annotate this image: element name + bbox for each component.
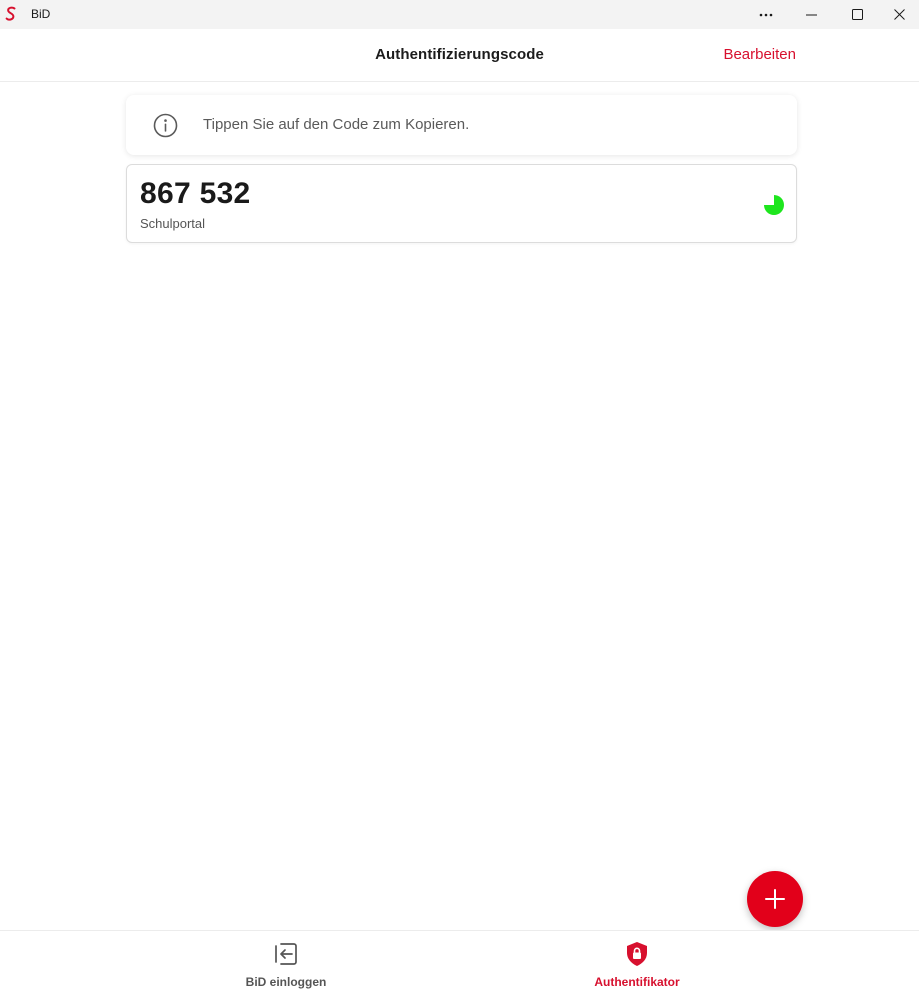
login-arrow-icon — [275, 943, 297, 965]
more-options-button[interactable] — [743, 0, 789, 29]
info-text: Tippen Sie auf den Code zum Kopieren. — [203, 116, 470, 133]
nav-label: Authentifikator — [594, 975, 680, 989]
nav-item-authentifikator[interactable]: Authentifikator — [537, 931, 737, 995]
code-card-schulportal[interactable]: 867 532 Schulportal — [126, 164, 797, 243]
bid-logo-icon — [5, 6, 16, 21]
nav-item-bid-einloggen[interactable]: BiD einloggen — [186, 931, 386, 995]
edit-button[interactable]: Bearbeiten — [723, 46, 796, 63]
shield-lock-icon — [627, 942, 647, 966]
window-title: BiD — [31, 7, 51, 21]
close-button[interactable] — [880, 0, 919, 29]
close-icon — [894, 9, 905, 20]
minimize-icon — [805, 14, 817, 15]
bottom-navigation: BiD einloggen Authentifikator — [0, 930, 919, 994]
plus-icon — [765, 889, 785, 909]
code-account-label: Schulportal — [140, 216, 206, 231]
info-banner: Tippen Sie auf den Code zum Kopieren. — [126, 95, 797, 155]
window-titlebar: BiD — [0, 0, 919, 29]
more-icon — [759, 13, 773, 16]
maximize-icon — [851, 9, 863, 20]
auth-code[interactable]: 867 532 — [140, 177, 251, 211]
add-code-button[interactable] — [747, 871, 803, 927]
countdown-pie-icon — [764, 195, 784, 215]
nav-label: BiD einloggen — [245, 975, 327, 989]
minimize-button[interactable] — [788, 0, 834, 29]
app-header: Authentifizierungscode Bearbeiten — [0, 29, 919, 82]
info-icon — [153, 113, 178, 138]
maximize-button[interactable] — [834, 0, 880, 29]
